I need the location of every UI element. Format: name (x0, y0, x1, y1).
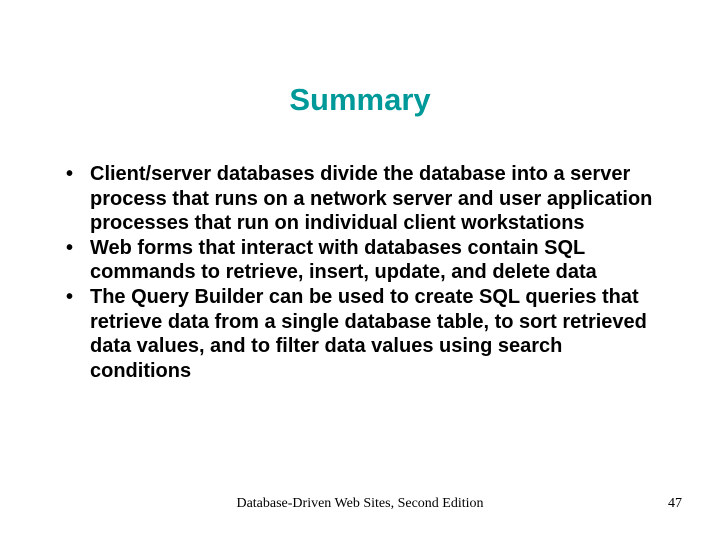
bullet-item: Client/server databases divide the datab… (60, 162, 660, 236)
page-number: 47 (668, 496, 682, 512)
bullet-item: Web forms that interact with databases c… (60, 236, 660, 285)
slide-content: Client/server databases divide the datab… (60, 162, 660, 383)
footer-source: Database-Driven Web Sites, Second Editio… (0, 496, 720, 512)
slide: Summary Client/server databases divide t… (0, 0, 720, 540)
slide-title: Summary (0, 82, 720, 118)
bullet-item: The Query Builder can be used to create … (60, 285, 660, 383)
bullet-list: Client/server databases divide the datab… (60, 162, 660, 383)
